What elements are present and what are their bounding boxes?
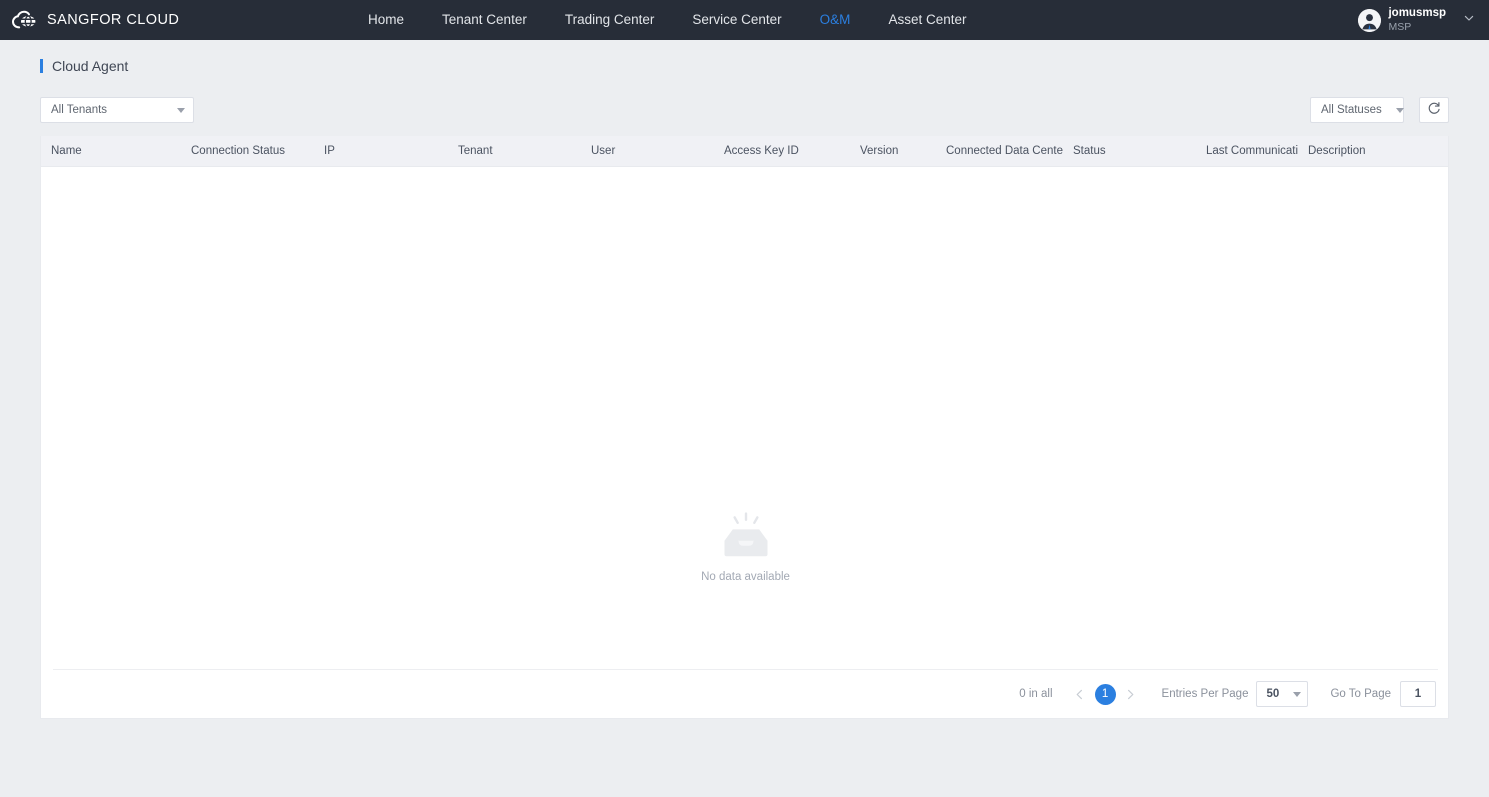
user-info: jomusmsp MSP bbox=[1388, 7, 1446, 32]
nav-tenant-center[interactable]: Tenant Center bbox=[423, 0, 546, 40]
col-description-label: Description bbox=[1308, 144, 1366, 157]
main-nav: Home Tenant Center Trading Center Servic… bbox=[349, 0, 985, 40]
tenant-filter-select[interactable]: All Tenants bbox=[40, 97, 194, 123]
col-status: Status bbox=[1063, 136, 1196, 167]
entries-per-page-value: 50 bbox=[1266, 688, 1280, 700]
nav-home[interactable]: Home bbox=[349, 0, 423, 40]
col-last-communication-label: Last Communication bbox=[1206, 144, 1298, 157]
chevron-down-icon[interactable] bbox=[1453, 11, 1475, 29]
pagination-bar: 0 in all 1 Entries Per Page 50 Go To Pag… bbox=[1019, 669, 1436, 719]
tenant-filter-value: All Tenants bbox=[51, 104, 108, 116]
col-access-key-id: Access Key ID bbox=[714, 136, 850, 167]
status-filter-select[interactable]: All Statuses bbox=[1310, 97, 1404, 123]
table-header-row: Name Connection Status IP Tenant User Ac… bbox=[41, 136, 1448, 167]
chevron-down-icon bbox=[1293, 691, 1302, 697]
cloud-globe-logo-icon bbox=[12, 10, 38, 30]
user-role: MSP bbox=[1388, 20, 1412, 33]
chevron-right-icon[interactable] bbox=[1120, 683, 1142, 705]
chevron-down-icon bbox=[177, 107, 185, 113]
col-connection-status-label: Connection Status bbox=[191, 144, 285, 157]
page-title: Cloud Agent bbox=[40, 58, 128, 74]
page-title-text: Cloud Agent bbox=[52, 58, 129, 74]
nav-om[interactable]: O&M bbox=[801, 0, 870, 40]
page-number-1[interactable]: 1 bbox=[1094, 683, 1116, 705]
col-version[interactable]: Version bbox=[850, 136, 936, 167]
col-tenant: Tenant bbox=[448, 136, 581, 167]
refresh-button[interactable] bbox=[1419, 97, 1449, 123]
col-description: Description bbox=[1298, 136, 1448, 167]
nav-trading-center[interactable]: Trading Center bbox=[546, 0, 674, 40]
col-user: User bbox=[581, 136, 714, 167]
col-tenant-label: Tenant bbox=[458, 144, 493, 157]
col-user-label: User bbox=[591, 144, 616, 157]
empty-box-icon bbox=[719, 512, 773, 563]
brand-name: SANGFOR CLOUD bbox=[47, 12, 180, 28]
brand-logo-area[interactable]: SANGFOR CLOUD bbox=[0, 10, 179, 30]
go-to-page-input[interactable] bbox=[1400, 681, 1436, 707]
col-last-communication: Last Communication bbox=[1196, 136, 1298, 167]
status-filter-value: All Statuses bbox=[1321, 104, 1382, 116]
chevron-left-icon[interactable] bbox=[1069, 683, 1091, 705]
refresh-icon bbox=[1427, 101, 1441, 120]
cloud-agent-table-card: Name Connection Status IP Tenant User Ac… bbox=[40, 136, 1449, 719]
user-avatar-icon bbox=[1358, 8, 1382, 32]
col-name-label: Name bbox=[51, 144, 82, 157]
col-connected-data-centers: Connected Data Centers bbox=[936, 136, 1063, 167]
chevron-down-icon bbox=[1395, 107, 1404, 113]
go-to-page-label: Go To Page bbox=[1330, 688, 1391, 700]
col-version-label: Version bbox=[860, 144, 899, 157]
col-connection-status: Connection Status bbox=[181, 136, 314, 167]
top-navigation-bar: SANGFOR CLOUD Home Tenant Center Trading… bbox=[0, 0, 1489, 40]
total-count-label: 0 in all bbox=[1019, 688, 1053, 700]
entries-per-page-label: Entries Per Page bbox=[1161, 688, 1249, 700]
nav-service-center[interactable]: Service Center bbox=[673, 0, 800, 40]
entries-per-page-select[interactable]: 50 bbox=[1256, 681, 1309, 707]
col-ip: IP bbox=[314, 136, 448, 167]
title-accent-bar bbox=[40, 59, 43, 73]
filter-toolbar: All Tenants All Statuses bbox=[40, 97, 1449, 123]
empty-state-message: No data available bbox=[701, 571, 790, 583]
user-name: jomusmsp bbox=[1388, 7, 1446, 20]
col-name: Name bbox=[41, 136, 181, 167]
col-access-key-id-label: Access Key ID bbox=[724, 144, 799, 157]
empty-state: No data available bbox=[42, 512, 1449, 583]
col-connected-data-centers-label: Connected Data Centers bbox=[946, 144, 1063, 157]
cloud-agent-table: Name Connection Status IP Tenant User Ac… bbox=[41, 136, 1448, 167]
nav-asset-center[interactable]: Asset Center bbox=[869, 0, 985, 40]
col-ip-label: IP bbox=[324, 144, 335, 157]
user-menu[interactable]: jomusmsp MSP bbox=[1358, 0, 1475, 40]
col-status-label: Status bbox=[1073, 144, 1106, 157]
